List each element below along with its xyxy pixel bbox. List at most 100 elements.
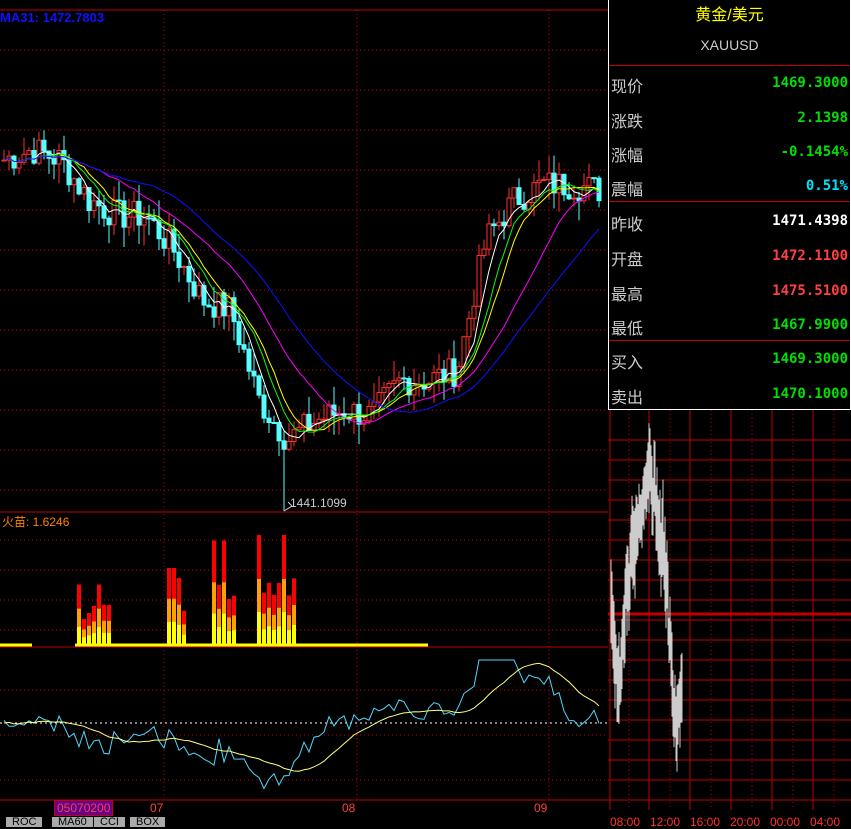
tab-ma60[interactable]: MA60 <box>52 817 93 828</box>
candle <box>211 306 217 318</box>
candle <box>586 177 592 187</box>
candle <box>566 194 572 200</box>
candle <box>81 187 87 195</box>
candle <box>511 187 517 199</box>
quote-value: 1472.1100 <box>772 248 848 264</box>
fire-bar <box>212 613 216 645</box>
candle <box>436 368 442 374</box>
candle <box>101 205 107 219</box>
quote-label: 卖出 <box>611 390 644 407</box>
fire-bar <box>172 621 176 645</box>
date-cursor: 05070200 <box>54 800 114 816</box>
candle <box>16 161 22 169</box>
quote-row: 现价 1469.3000 <box>611 67 848 101</box>
fire-bar <box>177 624 181 645</box>
fire-bar <box>262 629 266 645</box>
time-tick: 08:00 <box>610 815 641 829</box>
oscillator-line <box>3 659 600 790</box>
quote-label: 涨跌 <box>611 114 644 131</box>
candle <box>321 418 327 421</box>
tab-box[interactable]: BOX <box>130 817 166 828</box>
fire-bar <box>107 632 111 645</box>
fire-bar <box>282 612 286 645</box>
candle <box>111 199 117 226</box>
candle <box>476 255 482 307</box>
candle <box>591 177 597 180</box>
quote-value: 0.51% <box>805 178 848 194</box>
candle <box>501 221 507 227</box>
tab-cci[interactable]: CCI <box>94 817 125 828</box>
candle <box>466 317 472 338</box>
candle <box>276 422 282 442</box>
quote-row: 涨幅 -0.1454% <box>611 136 848 170</box>
candle <box>116 199 122 202</box>
candle <box>536 179 542 184</box>
candle <box>186 265 192 283</box>
candle <box>396 377 402 382</box>
quote-panel: 黄金/美元 XAUUSD 现价 1469.3000 涨跌 2.1398 涨幅 -0.145… <box>608 0 851 410</box>
quote-value: 2.1398 <box>797 110 848 126</box>
fire-bar <box>292 624 296 645</box>
instrument-name: 黄金/美元 <box>695 7 764 24</box>
candle <box>291 429 297 443</box>
time-tick: 00:00 <box>770 815 801 829</box>
candle <box>251 370 257 377</box>
quote-value: 1469.3000 <box>772 351 848 367</box>
tab-roc[interactable]: ROC <box>6 817 43 828</box>
candle <box>546 172 552 181</box>
candle <box>106 217 112 226</box>
candle <box>471 305 477 319</box>
quote-row: 最低 1467.9900 <box>611 309 848 343</box>
candle <box>486 223 492 250</box>
quote-label: 开盘 <box>611 252 644 269</box>
quote-row: 卖出 1470.1000 <box>611 378 848 412</box>
candle <box>451 358 457 387</box>
quote-label: 买入 <box>611 355 644 372</box>
candle <box>241 344 247 350</box>
candle <box>36 139 42 164</box>
candle <box>246 348 252 372</box>
candle <box>26 150 32 155</box>
quote-label: 最高 <box>611 287 644 304</box>
candle <box>571 197 577 200</box>
candle <box>141 217 147 226</box>
candle <box>206 304 212 308</box>
fire-bar <box>102 632 106 645</box>
fire-bar <box>227 631 231 645</box>
candle <box>296 426 302 431</box>
fire-bar <box>257 612 261 645</box>
candle <box>491 223 497 227</box>
candle <box>196 285 202 297</box>
candle <box>391 380 397 385</box>
ma-label: MA31: 1472.7803 <box>0 10 105 25</box>
candle <box>51 157 57 165</box>
fire-bar <box>97 626 101 645</box>
fire-bar <box>222 613 226 645</box>
candle <box>76 178 82 195</box>
candle <box>271 421 277 424</box>
date-tick: 07 <box>150 801 164 815</box>
candle <box>281 440 287 450</box>
ma-line-10 <box>3 154 600 431</box>
candle <box>191 281 197 297</box>
candle <box>256 375 262 396</box>
time-tick: 04:00 <box>810 815 841 829</box>
candle <box>286 441 292 450</box>
quote-label: 震幅 <box>611 182 644 199</box>
quote-label: 最低 <box>611 321 644 338</box>
candle <box>381 387 387 394</box>
quote-value: -0.1454% <box>780 144 848 160</box>
candle <box>181 265 187 268</box>
candle <box>541 179 547 182</box>
candle <box>91 200 97 212</box>
quote-value: 1471.4398 <box>772 213 848 229</box>
date-tick: 09 <box>534 801 548 815</box>
candle <box>11 155 17 169</box>
candle <box>236 321 242 346</box>
quote-row: 涨跌 2.1398 <box>611 102 848 136</box>
fire-bar <box>77 626 81 645</box>
candle <box>261 394 267 419</box>
fire-bar <box>87 635 91 645</box>
low-price-marker: 1441.1099 <box>290 496 347 510</box>
candle <box>31 150 37 164</box>
